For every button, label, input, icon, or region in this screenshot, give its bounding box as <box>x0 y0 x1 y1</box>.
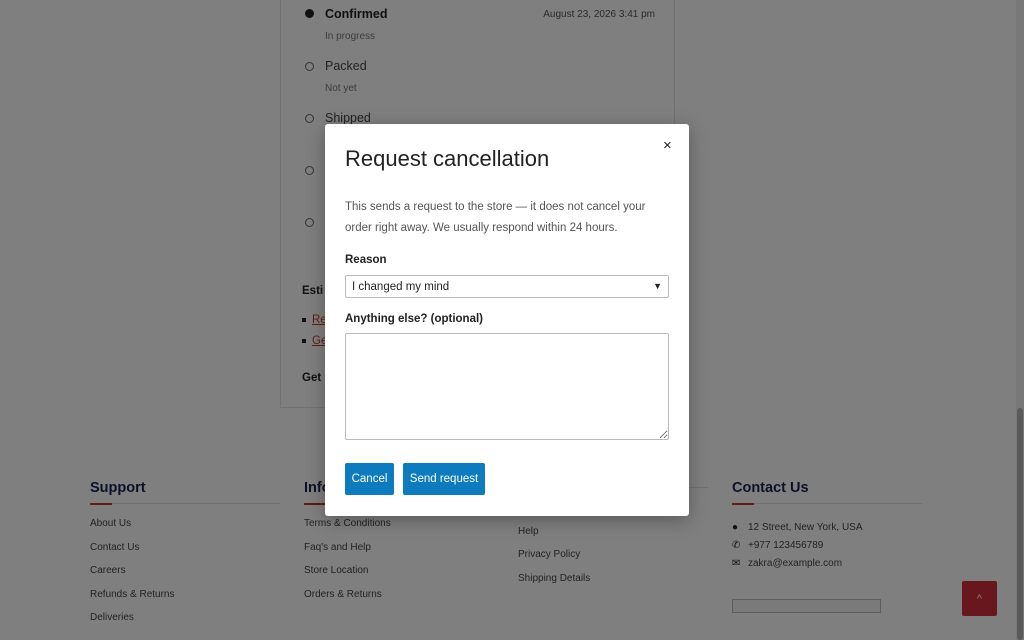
cancel-button[interactable]: Cancel <box>345 463 394 495</box>
reason-selected-value: I changed my mind <box>352 280 450 293</box>
cancellation-modal: × Request cancellation This sends a requ… <box>325 124 689 516</box>
reason-select[interactable]: I changed my mind ▼ <box>345 275 669 298</box>
modal-title: Request cancellation <box>345 146 550 171</box>
chevron-down-icon: ▼ <box>653 281 662 291</box>
notes-label: Anything else? (optional) <box>345 313 483 325</box>
close-icon[interactable]: × <box>663 138 672 154</box>
modal-description: This sends a request to the store — it d… <box>345 201 646 234</box>
reason-label: Reason <box>345 254 387 266</box>
notes-textarea[interactable] <box>345 333 669 440</box>
send-request-button[interactable]: Send request <box>403 463 485 495</box>
